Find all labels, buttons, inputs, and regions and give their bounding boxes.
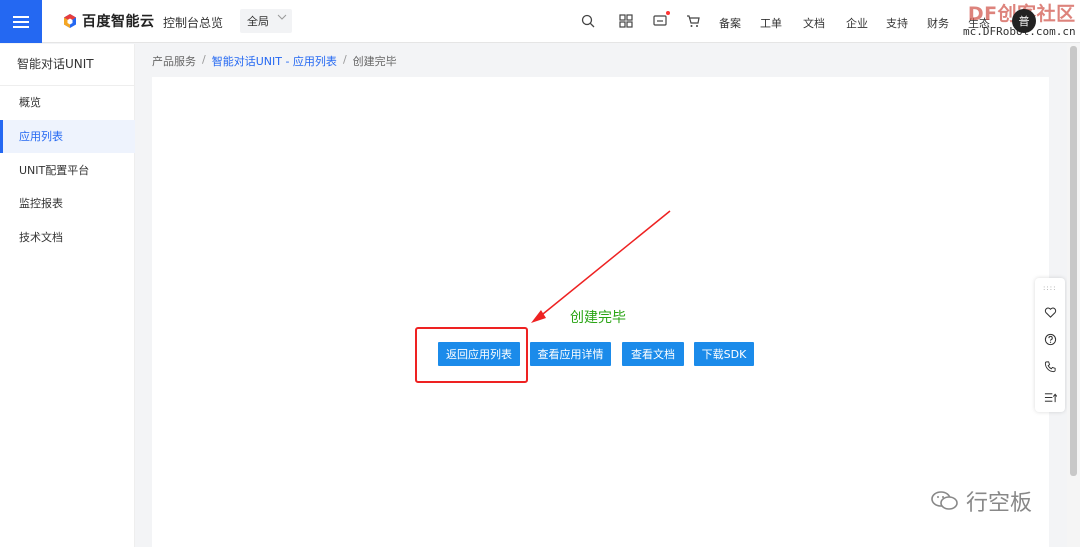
bottom-watermark: 行空板 [930,485,1032,517]
phone-icon[interactable] [1043,359,1057,373]
scrollbar-thumb[interactable] [1070,46,1077,476]
console-overview-link[interactable]: 控制台总览 [163,14,223,31]
sidebar: 智能对话UNIT 概览 应用列表 UNIT配置平台 监控报表 技术文档 [0,44,135,547]
chevron-down-icon [277,12,287,25]
hamburger-menu-button[interactable] [0,0,42,43]
sidebar-item-unit-config[interactable]: UNIT配置平台 [0,154,135,187]
baidu-cloud-logo-icon [64,14,76,28]
sidebar-item-app-list[interactable]: 应用列表 [0,120,135,153]
annotation-highlight-box [415,327,528,383]
creation-complete-title: 创建完毕 [570,310,626,326]
nav-item-enterprise[interactable]: 企业 [846,15,868,31]
breadcrumb-separator: / [342,53,347,66]
apps-grid-icon[interactable] [618,13,634,29]
sidebar-title: 智能对话UNIT [0,44,134,86]
heart-icon[interactable] [1043,305,1057,319]
nav-item-filing[interactable]: 备案 [719,15,741,31]
cart-icon[interactable] [685,13,701,29]
breadcrumb-products[interactable]: 产品服务 [152,53,196,69]
breadcrumb: 产品服务 / 智能对话UNIT - 应用列表 / 创建完毕 [152,53,397,69]
search-icon[interactable] [580,13,596,29]
nav-item-docs[interactable]: 文档 [803,15,825,31]
brand-logo-link[interactable]: 百度智能云 [62,11,155,31]
message-icon[interactable] [652,11,670,29]
view-app-details-button[interactable]: 查看应用详情 [530,342,611,366]
sidebar-item-tech-docs[interactable]: 技术文档 [0,221,135,254]
nav-item-ticket[interactable]: 工单 [760,15,782,31]
region-value: 全局 [247,15,269,28]
top-bar: 百度智能云 控制台总览 全局 备案 工单 文档 企业 支持 财务 生态 DF创客… [0,0,1080,43]
floating-toolbar: :::: [1035,278,1065,412]
breadcrumb-app-list[interactable]: 智能对话UNIT - 应用列表 [212,53,337,69]
notification-dot [666,11,670,15]
download-sdk-button[interactable]: 下载SDK [694,342,754,366]
list-icon[interactable] [1043,390,1057,404]
region-select[interactable]: 全局 [240,9,292,33]
nav-item-support[interactable]: 支持 [886,15,908,31]
brand-name: 百度智能云 [82,14,155,30]
user-avatar[interactable]: 普 [1012,9,1036,33]
drag-handle-icon[interactable]: :::: [1043,285,1056,292]
nav-item-finance[interactable]: 财务 [927,15,949,31]
breadcrumb-separator: / [202,53,206,66]
wechat-icon [931,491,958,510]
sidebar-item-overview[interactable]: 概览 [0,86,135,119]
hamburger-icon [13,15,29,28]
bottom-watermark-text: 行空板 [966,491,1033,516]
page-scrollbar[interactable] [1067,44,1080,547]
view-docs-button[interactable]: 查看文档 [622,342,684,366]
sidebar-item-monitor-report[interactable]: 监控报表 [0,187,135,220]
help-icon[interactable] [1043,332,1057,346]
breadcrumb-current: 创建完毕 [352,55,397,68]
